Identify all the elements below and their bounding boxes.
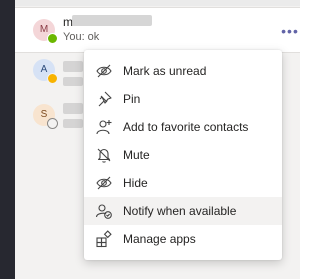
menu-item-pin[interactable]: Pin	[84, 85, 282, 113]
menu-item-label: Mute	[123, 148, 150, 162]
menu-item-mark-as-unread[interactable]: Mark as unread	[84, 57, 282, 85]
menu-item-label: Pin	[123, 92, 141, 106]
menu-item-manage-apps[interactable]: Manage apps	[84, 225, 282, 253]
redacted-preview	[63, 77, 83, 86]
notify-icon	[95, 204, 112, 219]
menu-item-label: Manage apps	[123, 232, 196, 246]
mute-icon	[97, 148, 111, 163]
content-pane-edge	[300, 0, 320, 279]
more-options-button[interactable]: •••	[280, 24, 300, 38]
menu-item-notify-when-available[interactable]: Notify when available	[84, 197, 282, 225]
redacted-name	[72, 15, 152, 26]
menu-item-hide[interactable]: Hide	[84, 169, 282, 197]
menu-item-mute[interactable]: Mute	[84, 141, 282, 169]
presence-away-icon	[47, 73, 58, 84]
chat-list-item[interactable]: M m You: ok •••	[15, 7, 300, 53]
menu-item-label: Mark as unread	[123, 64, 207, 78]
app-left-rail	[0, 0, 15, 279]
apps-icon	[96, 230, 112, 248]
menu-item-label: Notify when available	[123, 204, 237, 218]
presence-available-icon	[47, 33, 58, 44]
hide-icon	[96, 176, 112, 190]
redacted-preview	[63, 119, 83, 128]
add-contact-icon	[96, 120, 112, 135]
pin-icon	[98, 91, 112, 107]
menu-item-label: Add to favorite contacts	[123, 120, 249, 134]
menu-item-add-to-favorite-contacts[interactable]: Add to favorite contacts	[84, 113, 282, 141]
eye-off-icon	[96, 64, 112, 78]
message-preview: You: ok	[63, 31, 100, 43]
menu-item-label: Hide	[123, 176, 148, 190]
redacted-name	[63, 103, 83, 114]
presence-offline-icon	[47, 118, 58, 129]
redacted-name	[63, 61, 83, 72]
chat-list-top-strip	[15, 0, 300, 6]
chat-context-menu: Mark as unread Pin Add to favorite conta…	[84, 50, 282, 260]
